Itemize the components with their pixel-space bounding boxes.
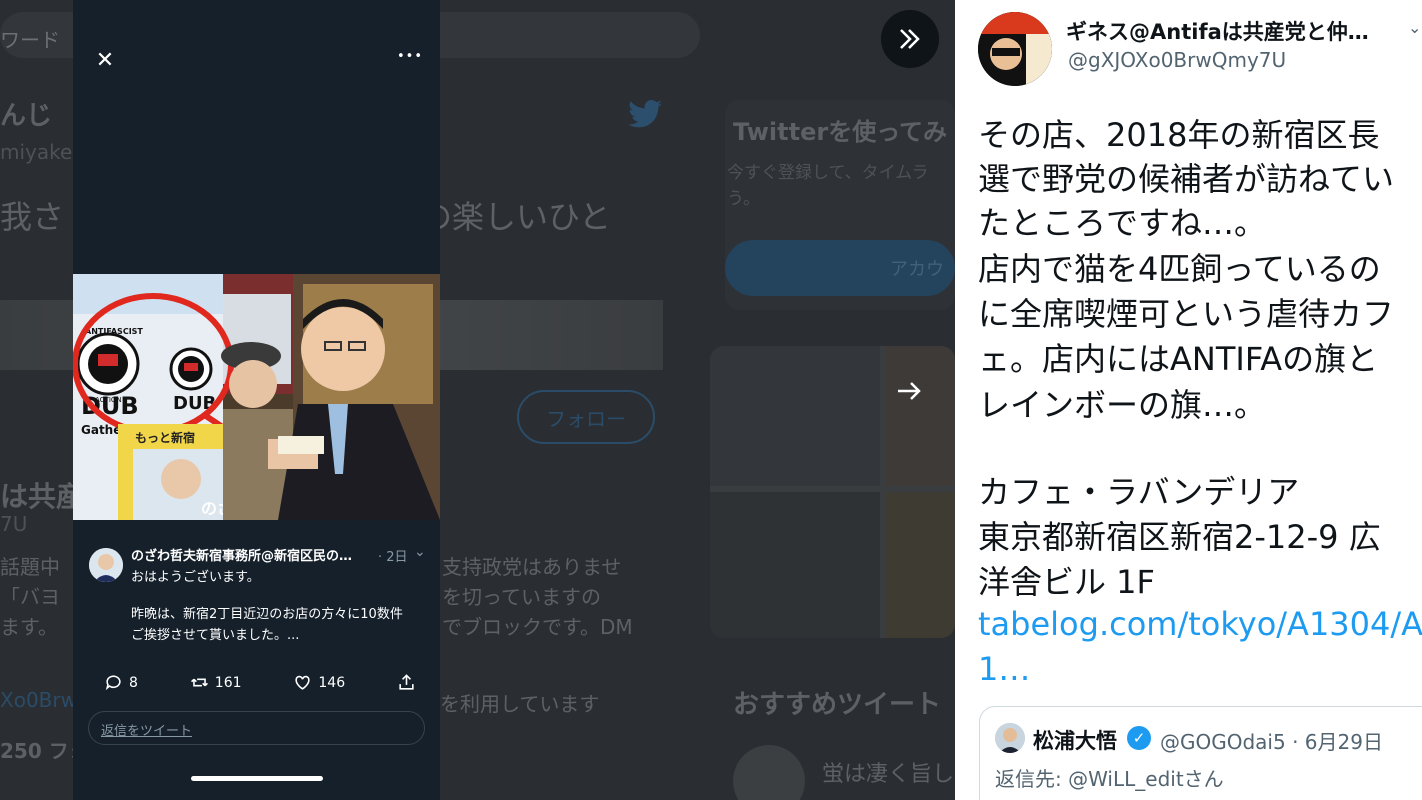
tweet-body-line: たところですね…。 [978, 204, 1267, 242]
heart-icon [295, 675, 310, 690]
quoted-author-name[interactable]: 松浦大悟 [1033, 725, 1117, 755]
background-signup-button: アカウ [725, 240, 955, 296]
reply-input[interactable]: 返信をツイート [88, 711, 425, 745]
tweet-body-line: 選で野党の候補者が訪ねてい [978, 160, 1395, 198]
like-count: 146 [318, 674, 346, 691]
tweet-body-line: 洋舎ビル 1F [978, 563, 1155, 601]
more-icon[interactable]: ••• [397, 49, 423, 64]
background-profile-name: んじ [0, 101, 53, 131]
background-recommend-title: おすすめツイート [733, 690, 942, 720]
poster-text-top: ANTIFASCIST [85, 327, 143, 336]
home-indicator [191, 776, 323, 781]
arrow-right-icon [898, 382, 921, 400]
tweet-body-line: レインボーの旗…。 [978, 386, 1267, 424]
background-bio-right-lines: 支持政党はありませ を切っていますの でブロックです。DM [442, 555, 633, 639]
share-icon [399, 674, 414, 690]
quoted-author-avatar[interactable] [995, 723, 1025, 753]
tweet-link-continued[interactable]: 1… [978, 650, 1030, 688]
tweet-body-line: 店内で猫を4匹飼っているの [978, 250, 1381, 288]
chevron-down-icon[interactable]: ⌄ [414, 544, 426, 560]
reply-icon [105, 675, 121, 691]
retweet-icon [190, 678, 208, 687]
twitter-bird-icon [628, 99, 662, 135]
tweet-actions: 8 161 146 [104, 673, 416, 692]
retweet-button[interactable]: 161 [190, 673, 242, 692]
tweet-author-avatar[interactable] [89, 548, 123, 582]
author-handle[interactable]: @gXJOXo0BrwQmy7U [1068, 48, 1286, 72]
flyer-text: もっと新宿 [135, 430, 195, 445]
tweet-text-line: ご挨拶させて貰いました。... [131, 628, 300, 643]
background-bio-left: 我さ [0, 198, 65, 236]
background-search-placeholder: ワード [0, 28, 60, 52]
tweet-body-line: に全席喫煙可という虐待カフ [978, 295, 1395, 333]
background-handle-3-right: を利用しています [440, 692, 600, 716]
background-name-2: は共産 [0, 480, 85, 513]
chevron-down-icon[interactable]: ⌄ [1408, 18, 1421, 37]
tweet-body-line: カフェ・ラバンデリア [978, 473, 1300, 511]
tweet-text-line: おはようございます。 [131, 570, 260, 585]
tweet-photo[interactable]: ANTIFASCIST ACTION DUB DUB Gathering もっと… [73, 274, 440, 520]
background-recommend-text: 蛍は凄く旨し [822, 762, 955, 787]
background-signup-title: Twitterを使ってみ [733, 118, 947, 146]
background-follow-button: フォロー [517, 390, 655, 444]
close-icon[interactable]: ✕ [92, 47, 118, 73]
double-chevron-right-icon [900, 29, 920, 49]
reply-button[interactable]: 8 [104, 673, 138, 692]
background-handle-2: 7U [0, 512, 28, 536]
background-recommend-avatar [733, 745, 805, 800]
reply-count: 8 [129, 674, 138, 691]
background-handle-3: Xo0Brw [0, 688, 77, 712]
next-image-button[interactable] [880, 362, 938, 420]
tweet-link[interactable]: tabelog.com/tokyo/A1304/A [978, 605, 1422, 643]
tweet-author-name[interactable]: のざわ哲夫新宿事務所@新宿区民の… [131, 545, 371, 564]
share-button[interactable] [397, 673, 416, 692]
quoted-author-handle[interactable]: @GOGOdai5 · 6月29日 [1160, 726, 1383, 755]
tweet-body-line: その店、2018年の新宿区長 [978, 116, 1380, 154]
retweet-count: 161 [214, 674, 242, 691]
background-signup-text: 今すぐ登録して、タイムラ う。 [727, 163, 929, 209]
background-bio-right: の楽しいひと [420, 198, 612, 236]
author-name[interactable]: ギネス@Antifaは共産党と仲… [1066, 16, 1386, 46]
tweet-timestamp[interactable]: · 2日 [378, 546, 408, 565]
like-button[interactable]: 146 [293, 673, 345, 692]
background-profile-handle: miyake [0, 140, 73, 164]
tweet-text-line: 昨晩は、新宿2丁目近辺のお店の方々に10数件 [131, 607, 403, 622]
quoted-reply-to: 返信先: @WiLL_editさん [995, 767, 1224, 791]
tweet-body-line: ェ。店内にはANTIFAの旗と [978, 340, 1379, 378]
verified-badge-icon: ✓ [1127, 726, 1151, 750]
author-avatar[interactable] [978, 12, 1052, 86]
tweet-body-line: 東京都新宿区新宿2-12-9 広 [978, 518, 1381, 556]
collapse-panel-button[interactable] [881, 10, 939, 68]
